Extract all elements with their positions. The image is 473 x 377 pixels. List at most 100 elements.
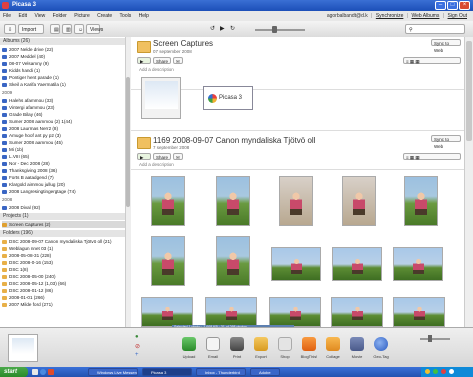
menu-folder[interactable]: Folder [50,11,70,19]
desktop-icon[interactable] [32,369,38,375]
sidebar-item[interactable]: DSC 2008-01-12 (86) [2,287,125,294]
sidebar-item[interactable]: DSC 1(8) [2,266,125,273]
album-view-options[interactable]: ≡ ▦ ▦ [403,153,461,160]
menu-tools[interactable]: Tools [117,11,135,19]
sidebar-section-projects[interactable]: Projects (1) [0,213,125,220]
sidebar-item[interactable]: Weblagun nnet 03 (1) [2,245,125,252]
sidebar-item[interactable]: Grade Bilay (46) [2,111,125,118]
sidebar-item[interactable]: Vintergi afammou (23) [2,104,125,111]
blog-icon[interactable] [302,337,316,351]
menu-create[interactable]: Create [94,11,115,19]
menu-picture[interactable]: Picture [71,11,93,19]
picasa-logo-capture[interactable]: Picasa 3 [203,86,253,110]
email-icon[interactable] [206,337,220,351]
sidebar-item[interactable]: 2008 Langresingtingergtage (74) [2,188,125,195]
sidebar-scroll-thumb[interactable] [126,77,130,207]
sidebar-item[interactable]: 2007 Nelde drive (22) [2,46,125,53]
collage-icon[interactable] [326,337,340,351]
photo-thumbnail[interactable] [205,297,257,327]
photo-thumbnail[interactable] [332,247,382,281]
thumbnail-size-knob[interactable] [428,335,432,342]
sync-to-web-button[interactable]: Sync to Web [431,135,461,149]
zoom-slider[interactable] [255,29,305,31]
photo-thumbnail[interactable] [404,176,438,226]
add-description[interactable]: Add a description [139,67,174,72]
photo-thumbnail[interactable] [141,297,193,327]
web-albums-link[interactable]: Web Albums [411,13,439,19]
photo-thumbnail[interactable] [393,297,445,327]
sidebar-item[interactable]: DSC 2008-05-12 (1,03) (66) [2,280,125,287]
rotate-right-icon[interactable]: ↻ [230,25,235,32]
movie-icon[interactable] [350,337,364,351]
sign-out-link[interactable]: Sign Out [448,13,467,19]
tray-icon[interactable] [449,369,454,374]
thumbnail-size-slider[interactable] [420,338,450,340]
task-picasa[interactable]: Picasa 3 [142,368,192,376]
screen-capture-thumbnail[interactable] [141,77,181,119]
tray-icon[interactable] [441,369,446,374]
app-icon[interactable] [48,369,54,375]
sidebar-item[interactable]: Kidds handi (1) [2,67,125,74]
tray-thumbnail[interactable] [8,334,38,362]
export-icon[interactable] [254,337,268,351]
play-slideshow-button[interactable]: ▶ [137,153,151,160]
shop-icon[interactable] [278,337,292,351]
task-thunderbird[interactable]: Inbox - Thunderbird [196,368,246,376]
menu-view[interactable]: View [31,11,48,19]
sidebar-item[interactable]: Thanksgiving 2008 (36) [2,167,125,174]
zoom-slider-knob[interactable] [272,26,277,33]
views-dropdown[interactable]: Views [86,24,103,34]
import-icon[interactable]: ⇩ [4,24,16,34]
sidebar-item[interactable]: Skeil a Karifa Yaermatila (1) [2,81,125,88]
timeline-view-icon[interactable]: ▥ [62,24,72,34]
menu-file[interactable]: File [0,11,14,19]
sidebar-item[interactable]: DSC 2008-0-16 (153) [2,259,125,266]
sidebar-item[interactable]: 2007 Milde ford (271) [2,301,125,308]
browser-icon[interactable] [40,369,46,375]
close-button[interactable]: × [459,1,470,10]
clear-icon[interactable]: ⊘ [135,343,140,350]
sidebar-item[interactable]: Halehs afammou (33) [2,97,125,104]
sidebar-item[interactable]: L.VIII (65) [2,153,125,160]
sync-to-web-button[interactable]: Sync to Web [431,39,461,53]
main-scrollbar[interactable] [464,37,473,327]
sidebar-section-folders[interactable]: Folders (196) [0,230,125,237]
print-icon[interactable] [230,337,244,351]
import-button[interactable]: Import [18,24,44,34]
share-button[interactable]: Share [153,153,171,160]
geotag-icon[interactable] [374,337,388,351]
photo-thumbnail[interactable] [269,297,321,327]
album-view-options[interactable]: ≡ ▦ ▦ [403,57,461,64]
sidebar-item[interactable]: DSC 2008-09-07 Canon myndaliska Tjötvö o… [2,238,125,245]
minimize-button[interactable]: – [435,1,446,10]
photo-thumbnail[interactable] [151,176,185,226]
sidebar-item[interactable]: Forts B aatadgend (7) [2,174,125,181]
sidebar-item[interactable]: Mi (1b) [2,146,125,153]
sidebar-item-screen-captures[interactable]: Screen Captures (2) [2,221,125,228]
add-description[interactable]: Add a description [139,162,174,167]
photo-thumbnail[interactable] [342,176,376,226]
rotate-left-icon[interactable]: ↺ [210,25,215,32]
start-button[interactable]: start [0,367,28,377]
maximize-button[interactable]: □ [447,1,458,10]
sync-link[interactable]: Synchronize [376,13,404,19]
sidebar-section-albums[interactable]: Albums (26) [0,38,125,45]
sidebar-item[interactable]: 2008 Laurmas Nerr2 (8) [2,125,125,132]
photo-thumbnail[interactable] [271,247,321,281]
sidebar-item[interactable]: Klargold aimmou jullug (20) [2,181,125,188]
play-icon[interactable]: ▶ [220,25,225,32]
main-scroll-thumb[interactable] [466,41,472,141]
tray-icon[interactable] [433,369,438,374]
sidebar-item[interactable]: 2007 Meddel (40) [2,53,125,60]
photo-thumbnail[interactable] [393,247,443,281]
sidebar-item[interactable]: DSC 2008-05-00 (240) [2,273,125,280]
sidebar-item[interactable]: Nor - Dec 2008 (28) [2,160,125,167]
sidebar-item[interactable]: Amuge hoof ant py p2 (3) [2,132,125,139]
menu-help[interactable]: Help [136,11,152,19]
sidebar-item[interactable]: 2008-01-01 (266) [2,294,125,301]
people-view-icon[interactable]: ☺ [74,24,84,34]
photo-thumbnail[interactable] [331,297,383,327]
hold-icon[interactable]: ● [135,334,139,340]
photo-thumbnail[interactable] [216,176,250,226]
tray-icon[interactable] [425,369,430,374]
